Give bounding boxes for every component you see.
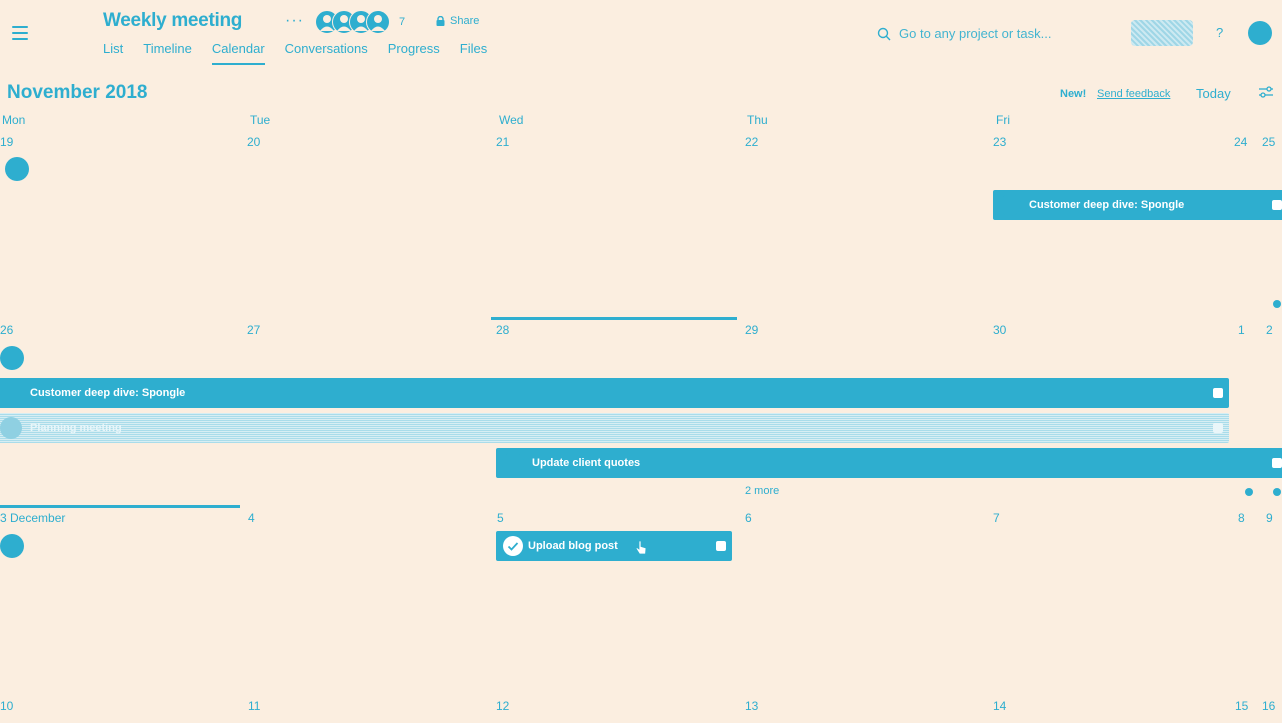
day-number[interactable]: 21 (496, 135, 509, 149)
event-avatar (0, 382, 22, 404)
day-number[interactable]: 24 (1234, 135, 1247, 149)
today-marker (491, 317, 737, 320)
more-events-link[interactable]: 2 more (745, 485, 779, 497)
day-number[interactable]: 29 (745, 323, 758, 337)
complete-checkbox[interactable] (1213, 388, 1223, 398)
day-number[interactable]: 19 (0, 135, 13, 149)
search-bar[interactable] (877, 25, 1101, 42)
complete-checkbox[interactable] (1272, 458, 1282, 468)
calendar-event[interactable]: Update client quotes (496, 448, 1282, 478)
tab-conversations[interactable]: Conversations (285, 41, 368, 65)
weekday-header: Fri (996, 113, 1010, 127)
help-button[interactable]: ? (1216, 25, 1223, 40)
day-number[interactable]: 16 (1262, 699, 1275, 713)
day-number[interactable]: 10 (0, 699, 13, 713)
event-title: Upload blog post (528, 540, 618, 552)
weekday-header: Thu (747, 113, 768, 127)
project-members[interactable] (315, 10, 395, 34)
weekday-header: Mon (2, 113, 26, 127)
weekday-header: Wed (499, 113, 524, 127)
event-avatar (999, 194, 1021, 216)
event-dot[interactable] (1273, 300, 1281, 308)
month-label: November 2018 (7, 82, 148, 103)
assignee-avatar[interactable] (0, 346, 24, 370)
day-number[interactable]: 12 (496, 699, 509, 713)
search-input[interactable] (897, 25, 1101, 42)
day-number[interactable]: 7 (993, 511, 1000, 525)
share-label: Share (450, 15, 480, 27)
today-button[interactable]: Today (1196, 86, 1231, 101)
event-title: Update client quotes (532, 457, 641, 469)
project-tabs: List Timeline Calendar Conversations Pro… (103, 41, 487, 65)
complete-checkbox[interactable] (1272, 200, 1282, 210)
day-number[interactable]: 26 (0, 323, 13, 337)
event-dot[interactable] (1245, 488, 1253, 496)
menu-icon[interactable] (12, 26, 28, 40)
more-horizontal-icon[interactable]: ··· (285, 12, 304, 30)
check-circle-icon[interactable] (502, 535, 524, 557)
calendar-event[interactable]: Customer deep dive: Spongle (0, 378, 1229, 408)
share-button[interactable]: Share (436, 15, 479, 27)
filter-icon[interactable] (1258, 85, 1274, 99)
day-number[interactable]: 4 (248, 511, 255, 525)
day-number[interactable]: 15 (1235, 699, 1248, 713)
day-number[interactable]: 27 (247, 323, 260, 337)
day-number[interactable]: 6 (745, 511, 752, 525)
event-avatar (0, 417, 22, 439)
calendar-event[interactable]: Planning meeting (0, 413, 1229, 443)
assignee-avatar[interactable] (0, 534, 24, 558)
day-number[interactable]: 13 (745, 699, 758, 713)
day-number[interactable]: 3 December (0, 511, 65, 525)
project-title: Weekly meeting (103, 10, 243, 31)
weekday-header: Tue (250, 113, 271, 127)
user-avatar[interactable] (1248, 21, 1272, 45)
assignee-avatar[interactable] (5, 157, 29, 181)
day-number[interactable]: 1 (1238, 323, 1245, 337)
day-number[interactable]: 30 (993, 323, 1006, 337)
pointer-cursor-icon (635, 540, 647, 555)
day-number[interactable]: 14 (993, 699, 1006, 713)
member-avatar[interactable] (366, 10, 390, 34)
day-number[interactable]: 25 (1262, 135, 1275, 149)
week-marker (0, 505, 240, 508)
member-count[interactable]: 7 (399, 16, 405, 28)
send-feedback-link[interactable]: Send feedback (1097, 88, 1170, 100)
day-number[interactable]: 8 (1238, 511, 1245, 525)
complete-checkbox[interactable] (1213, 423, 1223, 433)
search-icon (877, 27, 891, 40)
lock-icon (436, 16, 445, 26)
complete-checkbox[interactable] (716, 541, 726, 551)
tab-progress[interactable]: Progress (388, 41, 440, 65)
event-avatar (502, 452, 524, 474)
day-number[interactable]: 2 (1266, 323, 1273, 337)
event-title: Planning meeting (30, 422, 122, 434)
tab-timeline[interactable]: Timeline (143, 41, 192, 65)
calendar-event[interactable]: Upload blog post (496, 531, 732, 561)
event-title: Customer deep dive: Spongle (1029, 199, 1185, 211)
day-number[interactable]: 11 (248, 699, 260, 713)
day-number[interactable]: 28 (496, 323, 509, 337)
day-number[interactable]: 22 (745, 135, 758, 149)
event-dot[interactable] (1273, 488, 1281, 496)
day-number[interactable]: 5 (497, 511, 504, 525)
tab-files[interactable]: Files (460, 41, 487, 65)
day-number[interactable]: 9 (1266, 511, 1273, 525)
upgrade-button[interactable] (1131, 20, 1193, 46)
calendar-event[interactable]: Customer deep dive: Spongle (993, 190, 1282, 220)
event-title: Customer deep dive: Spongle (30, 387, 186, 399)
tab-list[interactable]: List (103, 41, 123, 65)
new-badge: New! (1060, 88, 1087, 100)
tab-calendar[interactable]: Calendar (211, 41, 265, 65)
day-number[interactable]: 20 (247, 135, 260, 149)
day-number[interactable]: 23 (993, 135, 1006, 149)
